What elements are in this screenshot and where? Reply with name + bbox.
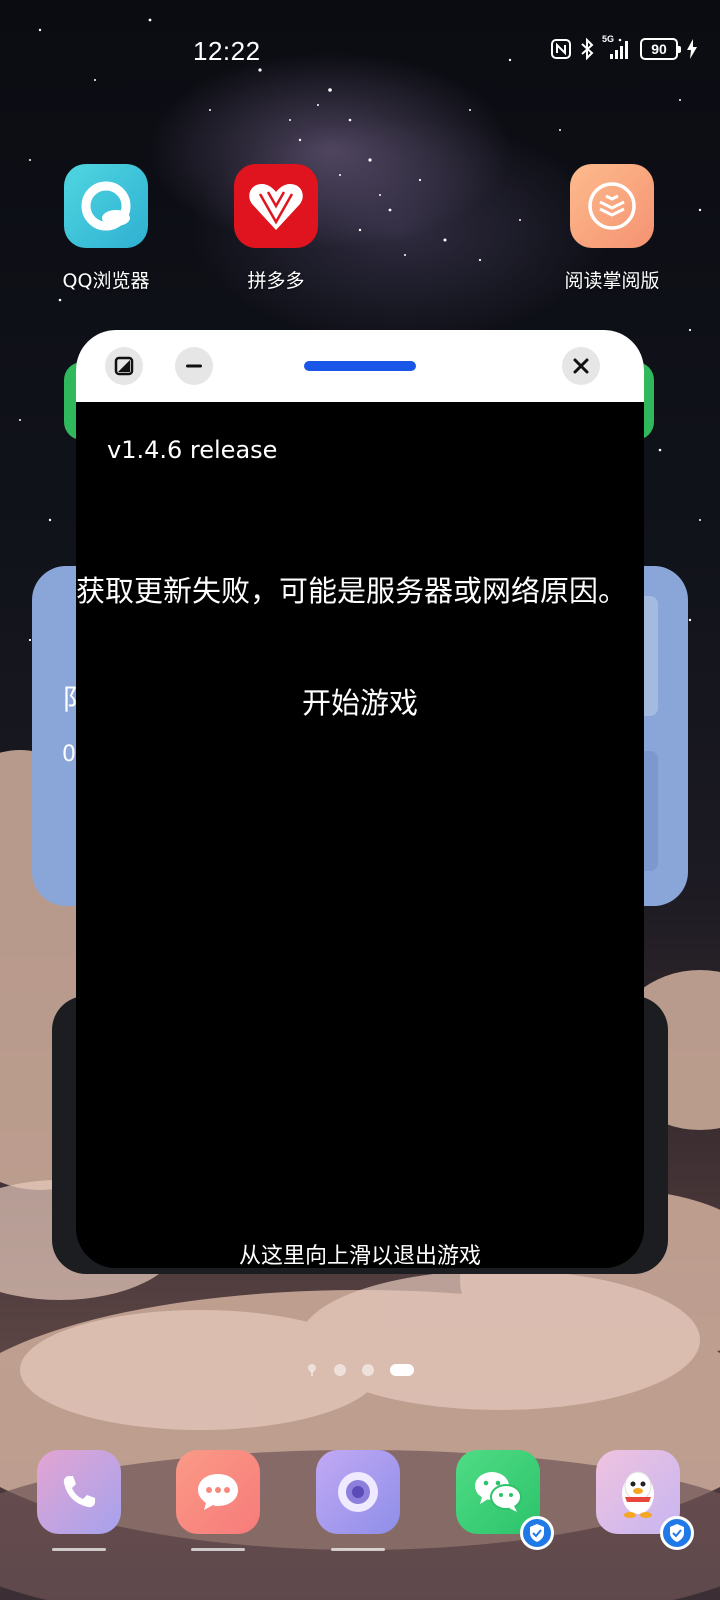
- shield-check-icon: [530, 1524, 544, 1542]
- battery-icon: 90: [640, 38, 681, 60]
- app-qq-browser[interactable]: QQ浏览器: [36, 164, 176, 293]
- signal-icon: 5G: [602, 34, 632, 60]
- app-zhangyue-reader[interactable]: 阅读掌阅版: [542, 164, 682, 293]
- nfc-icon: [551, 39, 571, 59]
- qq-penguin-icon: [622, 1471, 654, 1518]
- app-label: 阅读掌阅版: [564, 270, 660, 292]
- close-icon: [573, 358, 589, 374]
- dock-qq[interactable]: [596, 1450, 694, 1550]
- shield-check-icon: [670, 1524, 684, 1542]
- update-error-message: 获取更新失败，可能是服务器或网络原因。: [76, 574, 628, 608]
- dock-running-indicator: [331, 1548, 385, 1551]
- page-indicator[interactable]: [0, 1362, 720, 1378]
- close-button[interactable]: [562, 347, 600, 385]
- wechat-icon: [475, 1472, 522, 1512]
- security-badge: [520, 1516, 554, 1550]
- pinduoduo-icon: [234, 164, 318, 248]
- version-label: v1.4.6 release: [107, 436, 278, 464]
- message-icon: [198, 1474, 238, 1510]
- window-title-bar: [76, 330, 644, 402]
- dock-camera[interactable]: [316, 1450, 400, 1534]
- page-dot-active: [390, 1364, 414, 1376]
- status-bar: 12:22 5G 90: [0, 0, 720, 100]
- window-drag-handle[interactable]: [304, 361, 416, 371]
- dock-phone[interactable]: [37, 1450, 121, 1534]
- charging-icon: [687, 39, 697, 59]
- camera-icon: [338, 1472, 378, 1512]
- start-game-button[interactable]: 开始游戏: [76, 680, 644, 722]
- game-content[interactable]: v1.4.6 release 获取更新失败，可能是服务器或网络原因。 开始游戏 …: [76, 402, 644, 1268]
- status-time: 12:22: [193, 36, 261, 66]
- phone-icon: [63, 1476, 95, 1508]
- app-label: QQ浏览器: [62, 270, 150, 292]
- widget-text-fragment: 0: [62, 742, 76, 767]
- fullscreen-icon: [114, 356, 134, 376]
- minimize-icon: [186, 364, 202, 368]
- bluetooth-icon: [581, 38, 594, 60]
- qq-browser-icon: [64, 164, 148, 248]
- page-dot: [362, 1364, 374, 1376]
- minimize-button[interactable]: [175, 347, 213, 385]
- dock-wechat[interactable]: [456, 1450, 554, 1550]
- status-icons: 5G 90: [550, 34, 698, 60]
- page-dot: [334, 1364, 346, 1376]
- zhangyue-reader-icon: [570, 164, 654, 248]
- security-badge: [660, 1516, 694, 1550]
- app-pinduoduo[interactable]: 拼多多: [206, 164, 346, 293]
- page-dot-search: [306, 1364, 318, 1376]
- app-label: 拼多多: [247, 270, 305, 292]
- dock-messages[interactable]: [176, 1450, 260, 1534]
- swipe-exit-hint[interactable]: 从这里向上滑以退出游戏: [76, 1238, 644, 1268]
- dock-running-indicator: [52, 1548, 106, 1551]
- game-floating-window: v1.4.6 release 获取更新失败，可能是服务器或网络原因。 开始游戏 …: [76, 330, 644, 1268]
- dock-running-indicator: [191, 1548, 245, 1551]
- fullscreen-button[interactable]: [105, 347, 143, 385]
